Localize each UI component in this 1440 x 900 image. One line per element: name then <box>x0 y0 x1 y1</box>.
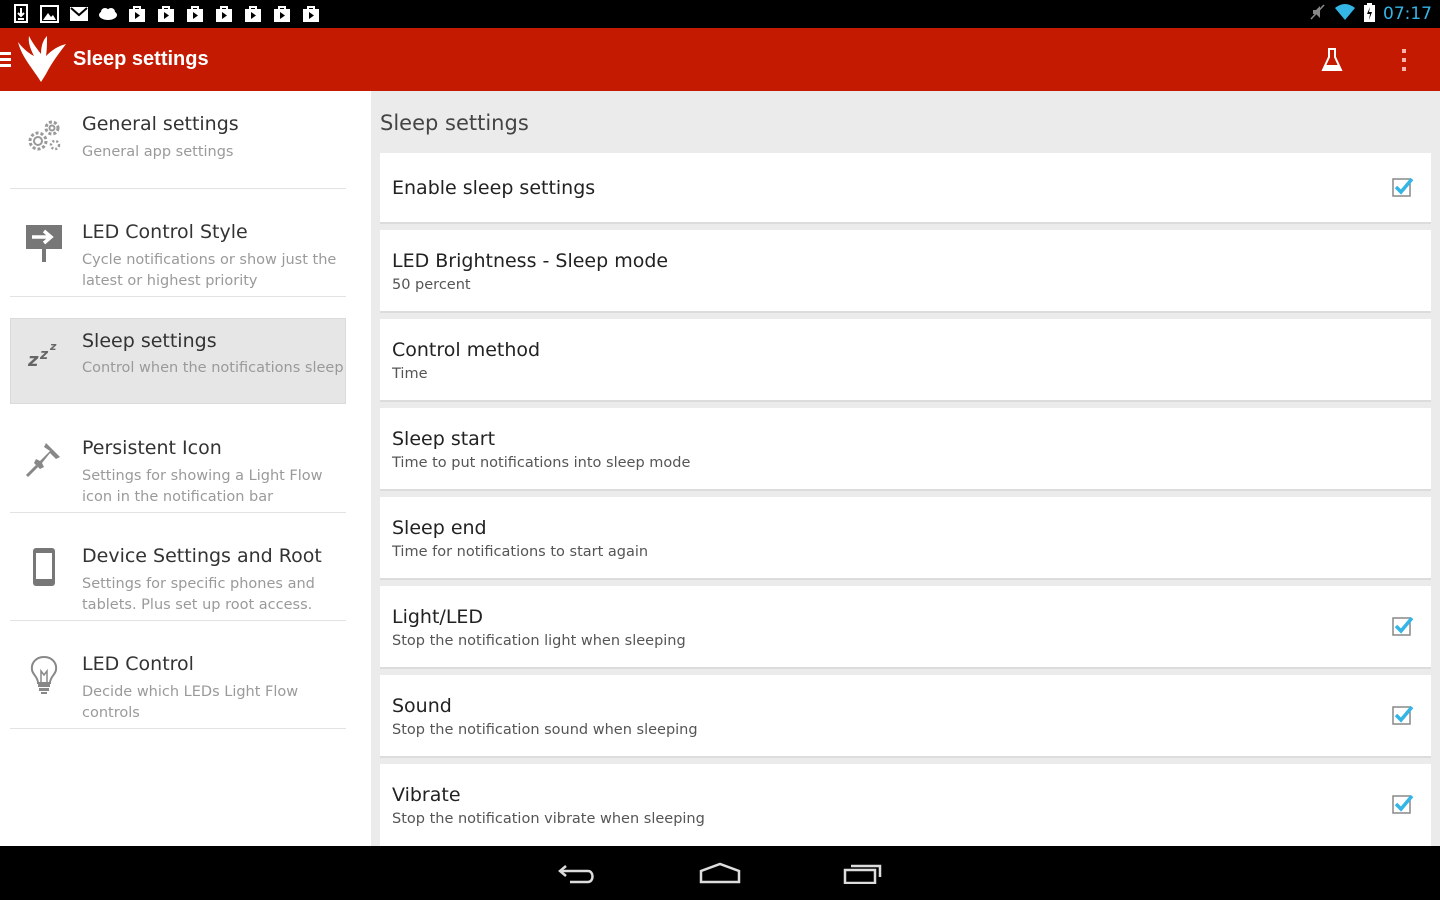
arrow-sign-icon <box>22 221 66 265</box>
drawer-menu-icon[interactable] <box>0 51 12 68</box>
pref-title: LED Brightness - Sleep mode <box>392 250 669 272</box>
mute-icon <box>1310 3 1326 25</box>
pref-sleep-start[interactable]: Sleep start Time to put notifications in… <box>380 408 1431 491</box>
sidebar-item-subtitle: Decide which LEDs Light Flow controls <box>82 684 299 721</box>
play-store-icon <box>126 4 147 23</box>
pref-title: Light/LED <box>392 606 484 628</box>
pref-vibrate[interactable]: Vibrate Stop the notification vibrate wh… <box>380 764 1431 846</box>
pref-summary: Stop the notification light when sleepin… <box>392 633 686 649</box>
sidebar-item-led-control-style[interactable]: LED Control Style Cycle notifications or… <box>10 199 346 297</box>
pref-control-method[interactable]: Control method Time <box>380 319 1431 402</box>
pref-title: Control method <box>392 339 541 361</box>
pref-title: Vibrate <box>392 784 461 806</box>
action-bar: Sleep settings <box>0 28 1440 91</box>
svg-text:z: z <box>27 350 39 371</box>
app-logo-icon[interactable] <box>16 34 70 84</box>
play-store-icon <box>184 4 205 23</box>
checkbox-checked[interactable] <box>1392 793 1414 815</box>
checkbox-checked[interactable] <box>1392 704 1414 726</box>
gmail-icon <box>68 4 89 23</box>
pref-sound[interactable]: Sound Stop the notification sound when s… <box>380 675 1431 758</box>
play-store-icon <box>242 4 263 23</box>
overflow-menu-button[interactable] <box>1390 44 1418 76</box>
sidebar-item-led-control[interactable]: LED Control Decide which LEDs Light Flow… <box>10 631 346 729</box>
pref-led-brightness[interactable]: LED Brightness - Sleep mode 50 percent <box>380 230 1431 313</box>
pref-summary: Time to put notifications into sleep mod… <box>392 455 691 471</box>
sidebar-item-title: LED Control <box>82 653 194 675</box>
pane-header: Sleep settings <box>380 111 529 135</box>
notification-icons <box>10 4 321 23</box>
image-icon <box>39 4 60 23</box>
preferences-pane: Sleep settings Enable sleep settings LED… <box>371 91 1440 846</box>
experimental-flask-button[interactable] <box>1316 44 1348 76</box>
back-button[interactable] <box>552 859 600 887</box>
sidebar-item-subtitle: Settings for showing a Light Flow icon i… <box>82 468 323 505</box>
pref-summary: Time for notifications to start again <box>392 544 649 560</box>
sidebar-item-subtitle: Control when the notifications sleep <box>82 360 344 376</box>
sidebar-item-title: Sleep settings <box>82 330 217 352</box>
pref-title: Sleep start <box>392 428 496 450</box>
pref-title: Sleep end <box>392 517 487 539</box>
flask-icon <box>1321 48 1343 71</box>
sidebar-item-subtitle: General app settings <box>82 144 234 160</box>
recents-button[interactable] <box>840 859 888 887</box>
checkbox-checked[interactable] <box>1392 615 1414 637</box>
sidebar-item-general-settings[interactable]: General settings General app settings <box>10 91 346 189</box>
gears-icon <box>22 113 66 157</box>
home-button[interactable] <box>696 859 744 887</box>
cloud-icon <box>97 4 118 23</box>
pushpin-icon <box>22 437 66 481</box>
pref-summary: 50 percent <box>392 277 471 293</box>
pref-title: Sound <box>392 695 452 717</box>
battery-charging-icon <box>1364 2 1375 26</box>
play-store-icon <box>155 4 176 23</box>
pref-enable-sleep-settings[interactable]: Enable sleep settings <box>380 153 1431 224</box>
pref-summary: Time <box>392 366 428 382</box>
pref-summary: Stop the notification sound when sleepin… <box>392 722 698 738</box>
sidebar-item-subtitle: Cycle notifications or show just the lat… <box>82 252 337 289</box>
sidebar-item-title: LED Control Style <box>82 221 248 243</box>
home-icon <box>699 862 741 884</box>
recents-icon <box>843 864 882 884</box>
pref-light-led[interactable]: Light/LED Stop the notification light wh… <box>380 586 1431 669</box>
sidebar-item-title: Device Settings and Root <box>82 545 322 567</box>
sidebar-item-sleep-settings[interactable]: z z z Sleep settings Control when the no… <box>10 318 346 404</box>
play-store-icon <box>271 4 292 23</box>
svg-text:z: z <box>49 340 57 353</box>
sidebar-item-title: General settings <box>82 113 239 135</box>
back-icon <box>558 865 594 884</box>
zzz-icon: z z z <box>22 332 66 376</box>
sidebar-item-device-settings[interactable]: Device Settings and Root Settings for sp… <box>10 523 346 621</box>
pref-sleep-end[interactable]: Sleep end Time for notifications to star… <box>380 497 1431 580</box>
action-bar-title: Sleep settings <box>73 48 209 70</box>
navigation-bar <box>0 846 1440 900</box>
sidebar-item-persistent-icon[interactable]: Persistent Icon Settings for showing a L… <box>10 415 346 513</box>
more-vert-icon <box>1402 49 1406 71</box>
status-bar: 07:17 <box>0 0 1440 28</box>
pref-summary: Stop the notification vibrate when sleep… <box>392 811 705 827</box>
download-icon <box>10 4 31 23</box>
svg-text:z: z <box>39 347 49 363</box>
wifi-icon <box>1334 3 1356 25</box>
play-store-icon <box>300 4 321 23</box>
sidebar-item-title: Persistent Icon <box>82 437 222 459</box>
clock: 07:17 <box>1383 4 1432 24</box>
settings-sidebar: General settings General app settings LE… <box>0 91 371 846</box>
sidebar-item-subtitle: Settings for specific phones and tablets… <box>82 576 315 613</box>
pref-title: Enable sleep settings <box>392 177 596 199</box>
lightbulb-icon <box>22 653 66 697</box>
checkbox-checked[interactable] <box>1392 176 1414 198</box>
system-status: 07:17 <box>1310 2 1432 26</box>
play-store-icon <box>213 4 234 23</box>
phone-icon <box>22 545 66 589</box>
